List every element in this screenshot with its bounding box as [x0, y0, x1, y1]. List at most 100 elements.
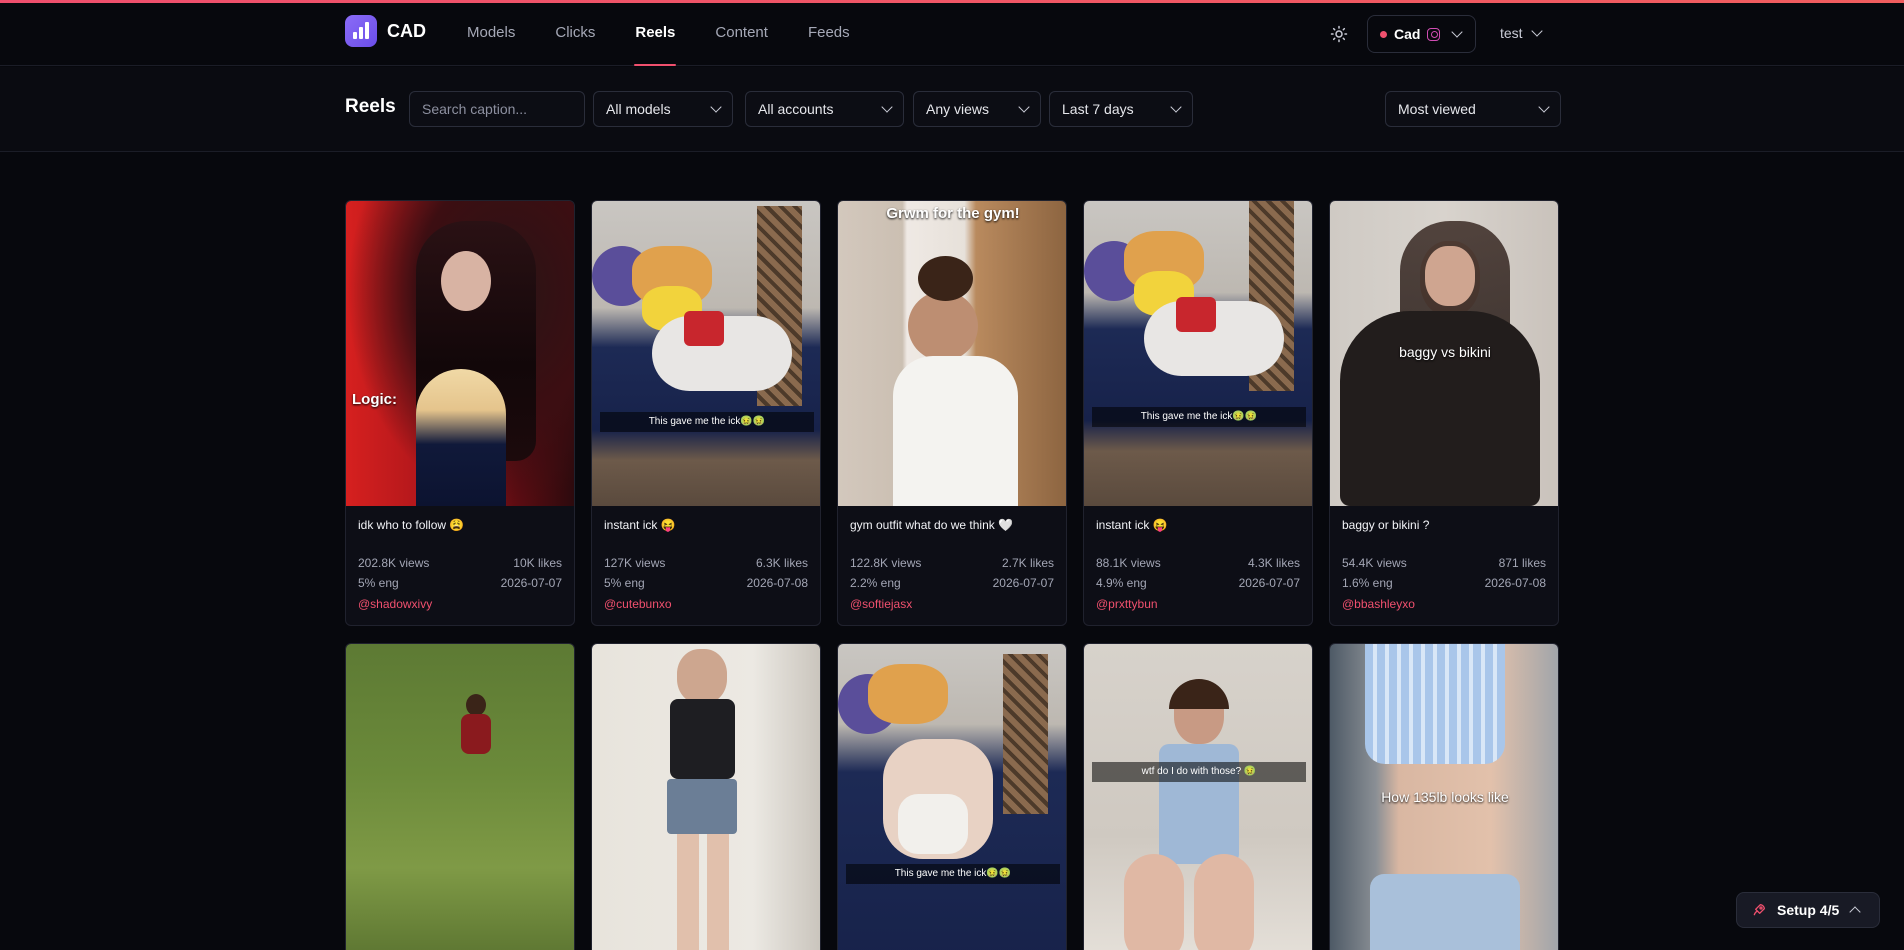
chevron-down-icon: [881, 101, 893, 113]
date-range-value: Last 7 days: [1062, 101, 1134, 117]
reel-card[interactable]: [345, 643, 575, 950]
reel-info: idk who to follow 😩 202.8K views 10K like…: [346, 506, 574, 625]
reel-likes: 10K likes: [513, 556, 562, 570]
reel-thumbnail[interactable]: baggy vs bikini: [1330, 201, 1558, 506]
instagram-icon: [1427, 27, 1441, 41]
reel-card[interactable]: Logic: idk who to follow 😩 202.8K views 1…: [345, 200, 575, 626]
nav-content[interactable]: Content: [715, 3, 768, 66]
search-input[interactable]: [422, 101, 572, 117]
page-title: Reels: [345, 96, 396, 117]
filters-toolbar: Reels All models All accounts Any views …: [0, 67, 1904, 152]
chevron-down-icon: [1530, 25, 1543, 37]
reel-card[interactable]: [591, 643, 821, 950]
reel-engagement: 2.2% eng: [850, 576, 901, 590]
reel-info: instant ick 😝 127K views 6.3K likes 5% en…: [592, 506, 820, 625]
sort-value: Most viewed: [1398, 101, 1476, 117]
reel-title: instant ick 😝: [1096, 518, 1168, 532]
user-name: test: [1500, 25, 1523, 41]
reel-likes: 6.3K likes: [755, 556, 808, 570]
brand[interactable]: CAD: [345, 15, 426, 47]
rocket-icon: [1753, 904, 1765, 916]
reel-overlay-text: baggy vs bikini: [1399, 344, 1491, 360]
reel-overlay-text: This gave me the ick🤢🤢: [1092, 407, 1306, 427]
setup-label: Setup 4/5: [1777, 902, 1840, 918]
search-caption-field[interactable]: [409, 91, 585, 127]
reel-date: 2026-07-07: [500, 576, 562, 590]
reel-thumbnail[interactable]: [346, 644, 574, 950]
reel-card[interactable]: How 135lb looks like: [1329, 643, 1559, 950]
reel-card[interactable]: wtf do I do with those? 🤢: [1083, 643, 1313, 950]
setup-progress-button[interactable]: Setup 4/5: [1736, 892, 1880, 928]
date-range-filter[interactable]: Last 7 days: [1049, 91, 1193, 127]
sort-select[interactable]: Most viewed: [1385, 91, 1561, 127]
reel-card[interactable]: This gave me the ick🤢🤢 instant ick 😝 88.…: [1083, 200, 1313, 626]
views-filter-value: Any views: [926, 101, 990, 117]
reel-engagement: 1.6% eng: [1342, 576, 1393, 590]
reel-likes: 4.3K likes: [1247, 556, 1300, 570]
nav-reels[interactable]: Reels: [634, 3, 677, 66]
reel-info: baggy or bikini ? 54.4K views 871 likes 1…: [1330, 506, 1558, 625]
reel-views: 54.4K views: [1342, 556, 1407, 570]
chevron-up-icon: [1849, 906, 1861, 918]
reel-overlay-text: This gave me the ick🤢🤢: [846, 864, 1060, 884]
reel-card[interactable]: This gave me the ick🤢🤢 instant ick 😝 127…: [591, 200, 821, 626]
reel-overlay-text: Grwm for the gym!: [886, 205, 1020, 222]
reel-title: instant ick 😝: [604, 518, 676, 532]
reel-handle-link[interactable]: @prxttybun: [1096, 597, 1300, 611]
reel-thumbnail[interactable]: Grwm for the gym!: [838, 201, 1066, 506]
main-nav: Models Clicks Reels Content Feeds: [467, 3, 890, 66]
reel-overlay-text: This gave me the ick🤢🤢: [600, 412, 814, 432]
reel-handle-link[interactable]: @shadowxivy: [358, 597, 562, 611]
account-name: Cad: [1394, 26, 1421, 42]
reel-engagement: 4.9% eng: [1096, 576, 1147, 590]
reel-likes: 871 likes: [1498, 556, 1546, 570]
reel-thumbnail[interactable]: [592, 644, 820, 950]
views-filter[interactable]: Any views: [913, 91, 1041, 127]
reel-date: 2026-07-08: [746, 576, 808, 590]
reel-title: gym outfit what do we think 🤍: [850, 518, 1014, 532]
reel-title: idk who to follow 😩: [358, 518, 465, 532]
reel-info: instant ick 😝 88.1K views 4.3K likes 4.9%…: [1084, 506, 1312, 625]
nav-feeds[interactable]: Feeds: [808, 3, 850, 66]
reel-thumbnail[interactable]: This gave me the ick🤢🤢: [838, 644, 1066, 950]
accounts-filter[interactable]: All accounts: [745, 91, 904, 127]
reel-handle-link[interactable]: @bbashleyxo: [1342, 597, 1546, 611]
reel-thumbnail[interactable]: This gave me the ick🤢🤢: [592, 201, 820, 506]
chevron-down-icon: [1170, 101, 1182, 113]
reel-engagement: 5% eng: [604, 576, 645, 590]
account-switcher[interactable]: Cad: [1367, 15, 1476, 53]
reel-card[interactable]: Grwm for the gym! gym outfit what do we …: [837, 200, 1067, 626]
chevron-down-icon: [1018, 101, 1030, 113]
reel-handle-link[interactable]: @softiejasx: [850, 597, 1054, 611]
reel-card[interactable]: This gave me the ick🤢🤢: [837, 643, 1067, 950]
reel-date: 2026-07-07: [992, 576, 1054, 590]
reel-thumbnail[interactable]: How 135lb looks like: [1330, 644, 1558, 950]
reel-thumbnail[interactable]: wtf do I do with those? 🤢: [1084, 644, 1312, 950]
reel-views: 122.8K views: [850, 556, 922, 570]
reel-views: 202.8K views: [358, 556, 430, 570]
top-nav: CAD Models Clicks Reels Content Feeds Ca…: [0, 3, 1904, 66]
user-menu[interactable]: test: [1500, 25, 1543, 41]
reel-card[interactable]: baggy vs bikini baggy or bikini ? 54.4K …: [1329, 200, 1559, 626]
reel-date: 2026-07-08: [1484, 576, 1546, 590]
chevron-down-icon: [1538, 101, 1550, 113]
reel-views: 88.1K views: [1096, 556, 1161, 570]
nav-models[interactable]: Models: [467, 3, 515, 66]
reel-overlay-text: wtf do I do with those? 🤢: [1092, 762, 1306, 782]
app-logo-icon: [345, 15, 377, 47]
chevron-down-icon: [1451, 26, 1464, 38]
reel-handle-link[interactable]: @cutebunxo: [604, 597, 808, 611]
reel-likes: 2.7K likes: [1001, 556, 1054, 570]
reel-overlay-text: How 135lb looks like: [1381, 789, 1509, 805]
reel-title: baggy or bikini ?: [1342, 518, 1430, 532]
reel-thumbnail[interactable]: Logic:: [346, 201, 574, 506]
reel-info: gym outfit what do we think 🤍 122.8K vie…: [838, 506, 1066, 625]
nav-clicks[interactable]: Clicks: [555, 3, 595, 66]
theme-toggle-sun-icon[interactable]: [1330, 25, 1348, 43]
reel-thumbnail[interactable]: This gave me the ick🤢🤢: [1084, 201, 1312, 506]
app-name: CAD: [387, 20, 426, 41]
reel-overlay-text: Logic:: [352, 391, 397, 408]
accounts-filter-value: All accounts: [758, 101, 834, 117]
chevron-down-icon: [710, 101, 722, 113]
models-filter[interactable]: All models: [593, 91, 733, 127]
